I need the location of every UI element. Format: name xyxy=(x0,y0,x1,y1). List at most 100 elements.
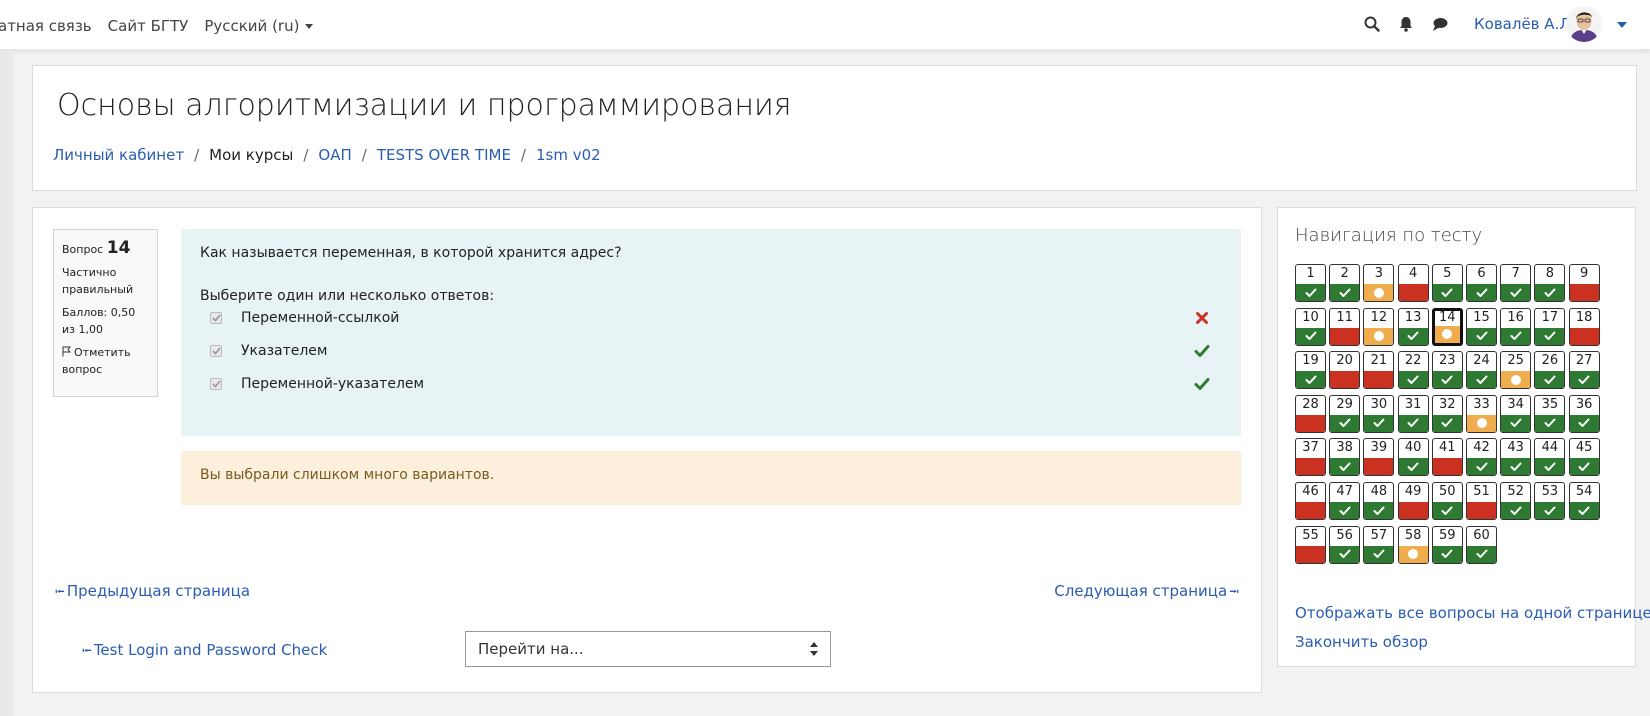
breadcrumb-quiz[interactable]: 1sm v02 xyxy=(536,146,601,164)
question-nav-button[interactable]: 37 xyxy=(1295,438,1326,477)
question-status xyxy=(1296,327,1325,345)
question-nav-button[interactable]: 41 xyxy=(1431,438,1463,477)
search-icon[interactable] xyxy=(1362,14,1382,34)
question-nav-button[interactable]: 28 xyxy=(1295,394,1326,433)
question-nav-button[interactable]: 60 xyxy=(1466,525,1497,564)
question-nav-button[interactable]: 58 xyxy=(1397,525,1429,564)
question-nav-button[interactable]: 30 xyxy=(1363,394,1395,433)
answer-checkbox[interactable] xyxy=(210,312,222,324)
question-nav-button[interactable]: 32 xyxy=(1431,394,1463,433)
question-nav-button[interactable]: 48 xyxy=(1363,482,1395,520)
user-menu-caret-icon[interactable] xyxy=(1617,22,1627,28)
question-nav-button[interactable]: 36 xyxy=(1568,394,1600,433)
question-status xyxy=(1330,371,1360,389)
question-nav-button[interactable]: 7 xyxy=(1500,264,1532,302)
show-all-questions-link[interactable]: Отображать все вопросы на одной странице xyxy=(1295,604,1650,622)
question-nav-button[interactable]: 47 xyxy=(1329,482,1361,520)
question-nav-button[interactable]: 8 xyxy=(1534,264,1566,302)
previous-page-link[interactable]: ⭰ Предыдущая страница xyxy=(53,582,250,605)
question-nav-button[interactable]: 14 xyxy=(1431,307,1463,346)
question-nav-button[interactable]: 50 xyxy=(1431,482,1463,520)
language-menu[interactable]: Русский (ru) xyxy=(204,17,314,35)
question-nav-button[interactable]: 26 xyxy=(1534,351,1566,390)
question-nav-button[interactable]: 56 xyxy=(1329,525,1361,564)
jump-to-select[interactable]: Перейти на... xyxy=(465,631,831,667)
breadcrumb-section[interactable]: TESTS OVER TIME xyxy=(377,146,511,164)
question-nav-button[interactable]: 40 xyxy=(1397,438,1429,477)
question-nav-button[interactable]: 53 xyxy=(1534,482,1566,520)
question-nav-button[interactable]: 54 xyxy=(1568,482,1600,520)
check-icon xyxy=(1339,462,1351,471)
check-icon xyxy=(1510,506,1522,515)
user-name[interactable]: Ковалёв А.Л. xyxy=(1474,15,1575,33)
question-nav-button[interactable]: 49 xyxy=(1397,482,1429,520)
question-nav-button[interactable]: 3 xyxy=(1363,264,1395,302)
question-card: Вопрос 14 Частично правильный Баллов: 0,… xyxy=(32,207,1262,693)
question-nav-button[interactable]: 12 xyxy=(1363,307,1395,346)
answer-option: Переменной-указателем xyxy=(210,374,1210,394)
question-nav-button[interactable]: 10 xyxy=(1295,307,1326,346)
question-nav-button[interactable]: 19 xyxy=(1295,351,1326,390)
question-nav-button[interactable]: 59 xyxy=(1431,525,1463,564)
question-nav-button[interactable]: 13 xyxy=(1397,307,1429,346)
answer-checkbox[interactable] xyxy=(210,378,222,390)
question-nav-button[interactable]: 46 xyxy=(1295,482,1326,520)
question-nav-button[interactable]: 15 xyxy=(1466,307,1497,346)
question-nav-button[interactable]: 29 xyxy=(1329,394,1361,433)
check-icon xyxy=(1407,375,1419,384)
question-status xyxy=(1467,545,1496,563)
question-nav-button[interactable]: 1 xyxy=(1295,264,1326,302)
question-nav-button[interactable]: 35 xyxy=(1534,394,1566,433)
question-nav-button[interactable]: 38 xyxy=(1329,438,1361,477)
dot-icon xyxy=(1476,418,1487,429)
question-nav-button[interactable]: 11 xyxy=(1329,307,1361,346)
bell-icon[interactable] xyxy=(1396,14,1416,34)
question-nav-button[interactable]: 57 xyxy=(1363,525,1395,564)
question-nav-button[interactable]: 31 xyxy=(1397,394,1429,433)
question-nav-button[interactable]: 6 xyxy=(1466,264,1497,302)
question-nav-button[interactable]: 51 xyxy=(1466,482,1497,520)
question-nav-number: 49 xyxy=(1404,484,1422,499)
question-status xyxy=(1432,502,1462,519)
question-nav-button[interactable]: 16 xyxy=(1500,307,1532,346)
question-nav-number: 5 xyxy=(1443,266,1452,281)
question-nav-button[interactable]: 34 xyxy=(1500,394,1532,433)
check-icon xyxy=(1339,506,1351,515)
question-nav-number: 29 xyxy=(1336,396,1353,412)
breadcrumb-course[interactable]: ОАП xyxy=(318,146,351,164)
check-icon xyxy=(1339,418,1351,428)
avatar[interactable] xyxy=(1566,6,1602,42)
question-nav-button[interactable]: 55 xyxy=(1295,525,1326,564)
chat-icon[interactable] xyxy=(1430,14,1450,34)
question-nav-button[interactable]: 22 xyxy=(1397,351,1429,390)
question-nav-button[interactable]: 27 xyxy=(1568,351,1600,390)
question-nav-button[interactable]: 24 xyxy=(1466,351,1497,390)
question-nav-button[interactable]: 18 xyxy=(1568,307,1600,346)
answer-checkbox[interactable] xyxy=(210,345,222,357)
question-nav-button[interactable]: 20 xyxy=(1329,351,1361,390)
question-nav-button[interactable]: 42 xyxy=(1466,438,1497,477)
question-nav-button[interactable]: 2 xyxy=(1329,264,1361,302)
question-nav-button[interactable]: 44 xyxy=(1534,438,1566,477)
flag-question-button[interactable]: Отметить вопрос xyxy=(62,344,149,378)
previous-activity-link[interactable]: ⭰ Test Login and Password Check xyxy=(80,641,327,664)
question-nav-button[interactable]: 4 xyxy=(1397,264,1429,302)
question-nav-button[interactable]: 25 xyxy=(1500,351,1532,390)
finish-review-link[interactable]: Закончить обзор xyxy=(1295,633,1428,651)
question-nav-button[interactable]: 43 xyxy=(1500,438,1532,477)
question-nav-button[interactable]: 5 xyxy=(1431,264,1463,302)
check-icon xyxy=(1510,418,1522,428)
question-nav-button[interactable]: 33 xyxy=(1466,394,1497,433)
question-nav-button[interactable]: 9 xyxy=(1568,264,1600,302)
question-nav-button[interactable]: 52 xyxy=(1500,482,1532,520)
question-nav-button[interactable]: 23 xyxy=(1431,351,1463,390)
question-nav-button[interactable]: 21 xyxy=(1363,351,1395,390)
next-page-link[interactable]: Следующая страница ⭲ xyxy=(1054,582,1241,605)
question-nav-button[interactable]: 17 xyxy=(1534,307,1566,346)
question-status xyxy=(1296,284,1325,301)
feedback-link[interactable]: атная связь xyxy=(0,17,92,35)
breadcrumb-dashboard[interactable]: Личный кабинет xyxy=(53,146,184,164)
question-nav-button[interactable]: 45 xyxy=(1568,438,1600,477)
university-site-link[interactable]: Сайт БГТУ xyxy=(108,17,189,35)
question-nav-button[interactable]: 39 xyxy=(1363,438,1395,477)
